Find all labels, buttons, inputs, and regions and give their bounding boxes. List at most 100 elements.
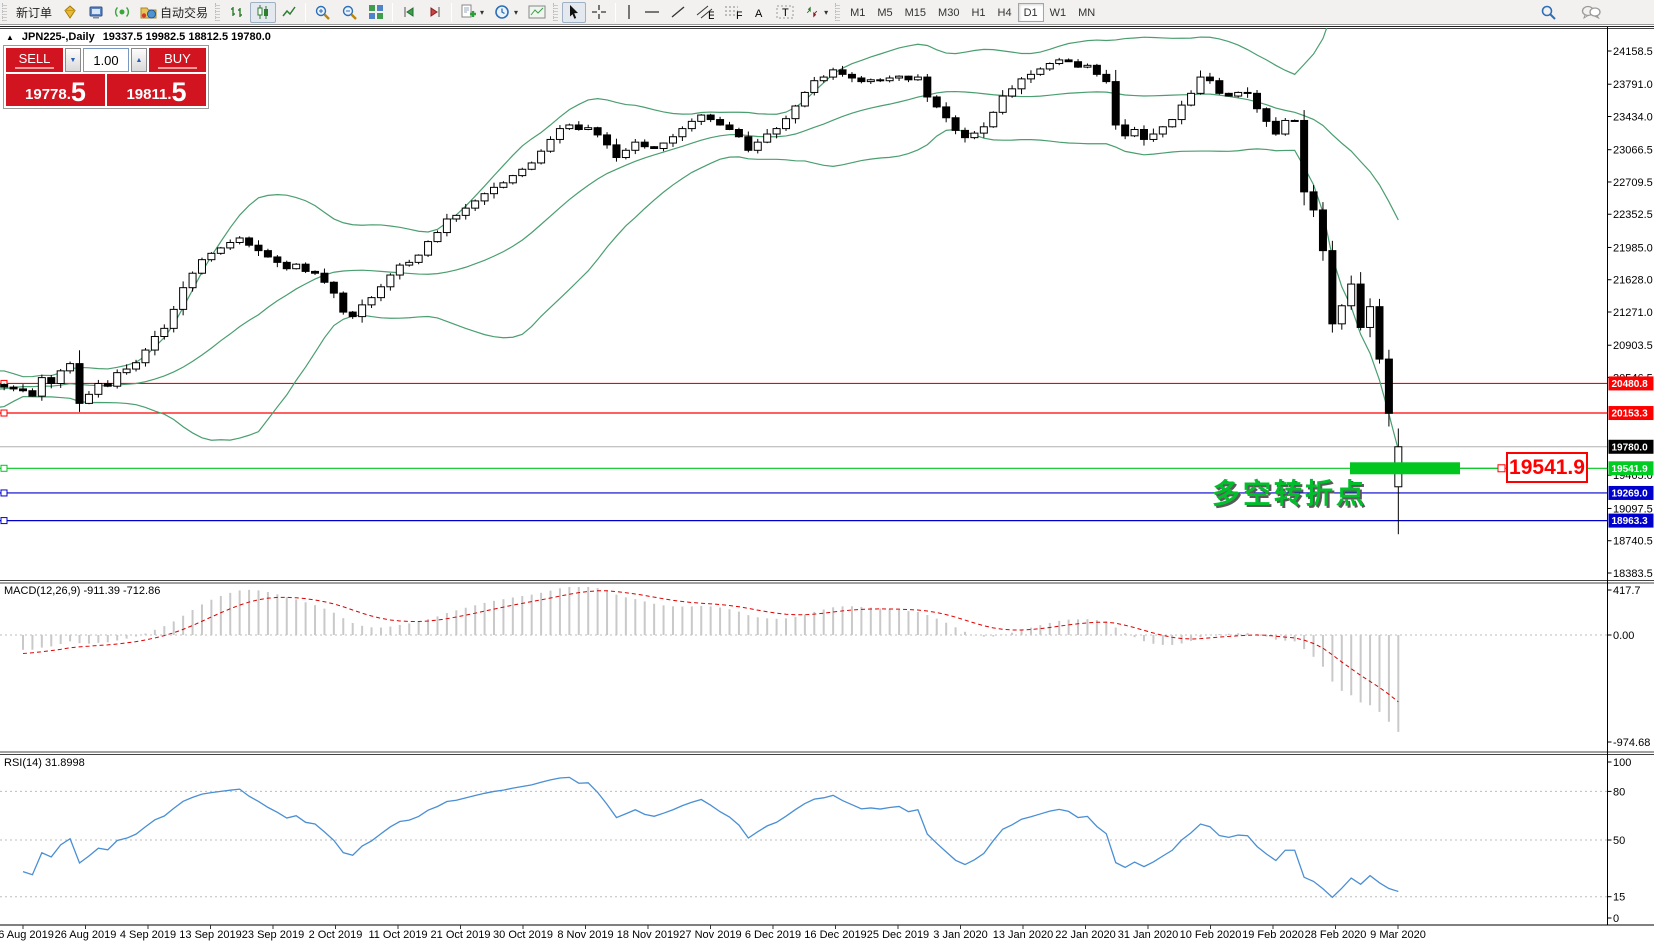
fibonacci-button[interactable]: F	[719, 2, 747, 23]
chart-title: ▲ JPN225-,Daily 19337.5 19982.5 18812.5 …	[6, 31, 271, 43]
volume-increase-button[interactable]: ▲	[131, 48, 147, 72]
signals-button[interactable]	[109, 2, 135, 23]
vertical-line-button[interactable]	[619, 2, 639, 23]
bar-chart-icon	[229, 4, 245, 20]
buy-button[interactable]: BUY	[149, 48, 206, 72]
horizontal-line-icon	[644, 7, 660, 17]
tf-button-m30[interactable]: M30	[932, 3, 965, 22]
periods-button[interactable]: ▾	[489, 2, 523, 23]
arrows-icon	[804, 4, 820, 20]
chart-ohlc-values: 19337.5 19982.5 18812.5 19780.0	[103, 31, 271, 43]
text-icon: A	[752, 4, 766, 20]
svg-text:4 Sep 2019: 4 Sep 2019	[120, 929, 176, 941]
chart-shift-button[interactable]	[422, 2, 448, 23]
templates-button[interactable]	[523, 2, 551, 23]
zoom-out-button[interactable]	[336, 2, 363, 23]
indicators-caret: ▾	[480, 8, 484, 17]
sell-button[interactable]: SELL	[6, 48, 63, 72]
auto-scroll-button[interactable]	[396, 2, 422, 23]
svg-text:13 Jan 2020: 13 Jan 2020	[993, 929, 1054, 941]
main-toolbar: 新订单 自动交易 ▾ ▾	[0, 0, 1654, 25]
svg-text:T: T	[782, 7, 789, 19]
svg-text:22352.5: 22352.5	[1613, 209, 1653, 221]
line-chart-icon	[281, 4, 297, 20]
signals-icon	[114, 4, 130, 20]
svg-text:21 Oct 2019: 21 Oct 2019	[431, 929, 491, 941]
rsi-indicator-label: RSI(14) 31.8998	[4, 757, 85, 769]
svg-text:6 Dec 2019: 6 Dec 2019	[745, 929, 801, 941]
tf-button-m5[interactable]: M5	[871, 3, 898, 22]
svg-text:20480.8: 20480.8	[1612, 379, 1649, 390]
toolbar-grip[interactable]	[2, 3, 7, 21]
bar-chart-button[interactable]	[224, 2, 250, 23]
tf-button-w1[interactable]: W1	[1044, 3, 1073, 22]
svg-text:100: 100	[1613, 757, 1631, 769]
fibonacci-icon: F	[724, 4, 742, 20]
tf-button-m15[interactable]: M15	[899, 3, 932, 22]
volume-decrease-button[interactable]: ▼	[65, 48, 81, 72]
buy-price-main: 19811.	[126, 86, 171, 106]
indicators-button[interactable]: ▾	[455, 2, 489, 23]
buy-price[interactable]: 19811.5	[107, 74, 206, 106]
sell-price[interactable]: 19778.5	[6, 74, 105, 106]
svg-text:417.7: 417.7	[1613, 585, 1641, 597]
tf-button-h1[interactable]: H1	[965, 3, 991, 22]
one-click-trading-panel: SELL ▼ 1.00 ▲ BUY 19778.5 19811.5	[3, 45, 209, 109]
price-callout-label[interactable]: 19541.9	[1506, 452, 1588, 483]
svg-text:25 Dec 2019: 25 Dec 2019	[867, 929, 929, 941]
equidistant-channel-button[interactable]: E	[691, 2, 719, 23]
cursor-button[interactable]	[562, 2, 586, 23]
svg-text:23434.0: 23434.0	[1613, 111, 1653, 123]
arrows-button[interactable]: ▾	[799, 2, 833, 23]
svg-text:19269.0: 19269.0	[1612, 488, 1649, 499]
svg-text:18 Nov 2019: 18 Nov 2019	[617, 929, 679, 941]
horizontal-line-button[interactable]	[639, 2, 665, 23]
svg-text:80: 80	[1613, 786, 1625, 798]
autotrading-button[interactable]: 自动交易	[135, 2, 213, 23]
collapse-panel-icon[interactable]: ▲	[6, 33, 14, 42]
svg-text:19541.9: 19541.9	[1612, 464, 1649, 475]
tf-button-d1[interactable]: D1	[1018, 3, 1044, 22]
tf-button-m1[interactable]: M1	[844, 3, 871, 22]
volume-input[interactable]: 1.00	[83, 48, 129, 72]
search-button[interactable]	[1535, 2, 1562, 23]
svg-text:20903.5: 20903.5	[1613, 340, 1653, 352]
macd-indicator-label: MACD(12,26,9) -911.39 -712.86	[4, 585, 160, 597]
toolbar-grip[interactable]	[835, 3, 840, 21]
toolbar-grip[interactable]	[215, 3, 220, 21]
sell-price-big-digit: 5	[71, 79, 86, 106]
tile-windows-button[interactable]	[363, 2, 389, 23]
chat-button[interactable]	[1576, 2, 1606, 23]
periods-caret: ▾	[514, 8, 518, 17]
trendline-button[interactable]	[665, 2, 691, 23]
svg-text:19780.0: 19780.0	[1612, 442, 1649, 453]
new-order-button[interactable]: 新订单	[11, 2, 57, 23]
tf-button-mn[interactable]: MN	[1072, 3, 1101, 22]
svg-text:23066.5: 23066.5	[1613, 145, 1653, 157]
zoom-in-button[interactable]	[309, 2, 336, 23]
svg-text:8 Nov 2019: 8 Nov 2019	[557, 929, 613, 941]
crosshair-button[interactable]	[586, 2, 612, 23]
vertical-line-icon	[624, 4, 634, 20]
chart-plot[interactable]: 24158.523791.023434.023066.522709.522352…	[0, 0, 1654, 944]
tile-windows-icon	[368, 4, 384, 20]
tf-button-h4[interactable]: H4	[992, 3, 1018, 22]
auto-scroll-icon	[401, 4, 417, 20]
sell-button-label: SELL	[19, 51, 51, 66]
terminal-button[interactable]	[83, 2, 109, 23]
chart-symbol-period: JPN225-,Daily	[22, 31, 95, 43]
indicators-add-icon	[460, 4, 476, 20]
svg-text:21271.0: 21271.0	[1613, 307, 1653, 319]
svg-text:19 Feb 2020: 19 Feb 2020	[1242, 929, 1304, 941]
equidistant-channel-icon: E	[696, 4, 714, 20]
line-chart-button[interactable]	[276, 2, 302, 23]
svg-text:21985.0: 21985.0	[1613, 242, 1653, 254]
candlestick-chart-button[interactable]	[250, 2, 276, 23]
gem-button[interactable]	[57, 2, 83, 23]
svg-text:-974.68: -974.68	[1613, 737, 1650, 749]
text-label-button[interactable]: T	[771, 2, 799, 23]
toolbar-grip[interactable]	[553, 3, 558, 21]
buy-price-big-digit: 5	[172, 79, 187, 106]
text-button[interactable]: A	[747, 2, 771, 23]
autotrading-label: 自动交易	[160, 4, 208, 21]
